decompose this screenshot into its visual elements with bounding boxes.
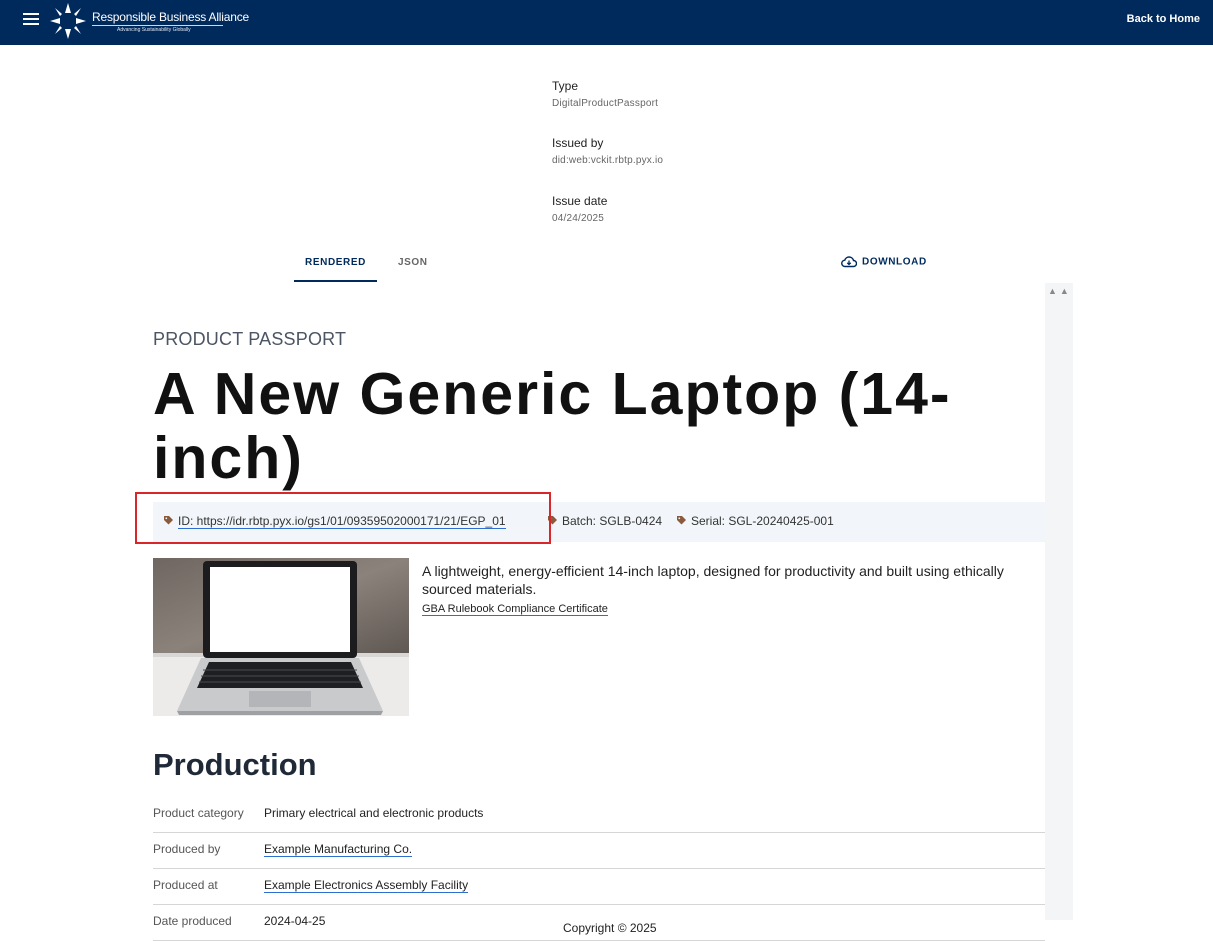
issue-date-value: 04/24/2025 <box>552 213 605 224</box>
issue-date-field: Issue date 04/24/2025 <box>552 194 607 224</box>
tag-icon <box>677 516 686 525</box>
row-key: Product category <box>153 806 244 820</box>
production-heading: Production <box>153 747 317 782</box>
top-app-bar: Responsible Business Alliance Advancing … <box>0 0 1213 45</box>
issued-by-value: did:web:vckit.rbtp.pyx.io <box>552 155 664 166</box>
production-row-produced-by: Produced by Example Manufacturing Co. <box>153 832 1045 869</box>
row-key: Produced at <box>153 878 218 892</box>
active-tab-indicator <box>294 280 377 282</box>
product-description: A lightweight, energy-efficient 14-inch … <box>422 563 1004 597</box>
footer-copyright: Copyright © 2025 <box>563 921 657 935</box>
tab-rendered[interactable]: RENDERED <box>294 257 377 268</box>
cloud-download-icon <box>841 256 858 268</box>
type-value: DigitalProductPassport <box>552 98 659 109</box>
row-key: Date produced <box>153 914 232 928</box>
compliance-certificate-link[interactable]: GBA Rulebook Compliance Certificate <box>422 603 608 616</box>
issued-by-field: Issued by did:web:vckit.rbtp.pyx.io <box>552 136 663 166</box>
batch-tag: Batch: SGLB-0424 <box>547 514 662 528</box>
row-value: Primary electrical and electronic produc… <box>264 806 484 820</box>
scrollbar-track[interactable] <box>1045 283 1073 920</box>
batch-value: Batch: SGLB-0424 <box>562 514 663 528</box>
download-label: DOWNLOAD <box>862 256 927 268</box>
highlight-annotation-box <box>135 492 551 544</box>
product-laptop-image <box>153 558 409 716</box>
passport-kicker: PRODUCT PASSPORT <box>153 329 347 349</box>
row-key: Produced by <box>153 842 221 856</box>
issue-date-label: Issue date <box>552 194 608 208</box>
rba-compass-logo-icon[interactable] <box>48 1 88 41</box>
product-title: A New Generic Laptop (14-inch) <box>153 361 952 491</box>
download-button[interactable]: DOWNLOAD <box>841 256 927 268</box>
scroll-up-arrows-icon[interactable]: ▲▲ <box>1048 286 1072 296</box>
brand-divider <box>92 25 223 26</box>
brand-name: Responsible Business Alliance <box>92 10 249 24</box>
type-field: Type DigitalProductPassport <box>552 79 658 109</box>
production-row-category: Product category Primary electrical and … <box>153 796 1045 833</box>
back-to-home-link[interactable]: Back to Home <box>1127 13 1200 25</box>
tab-json[interactable]: JSON <box>398 257 428 268</box>
serial-value: Serial: SGL-20240425-001 <box>691 514 834 528</box>
row-value: 2024-04-25 <box>264 914 326 928</box>
serial-tag: Serial: SGL-20240425-001 <box>676 514 834 528</box>
hamburger-menu-icon[interactable] <box>23 13 39 27</box>
brand-tagline: Advancing Sustainability Globally <box>117 27 191 33</box>
type-label: Type <box>552 79 579 93</box>
issued-by-label: Issued by <box>552 136 604 150</box>
production-row-produced-at: Produced at Example Electronics Assembly… <box>153 868 1045 905</box>
produced-by-link[interactable]: Example Manufacturing Co. <box>264 842 413 857</box>
produced-at-link[interactable]: Example Electronics Assembly Facility <box>264 878 469 893</box>
